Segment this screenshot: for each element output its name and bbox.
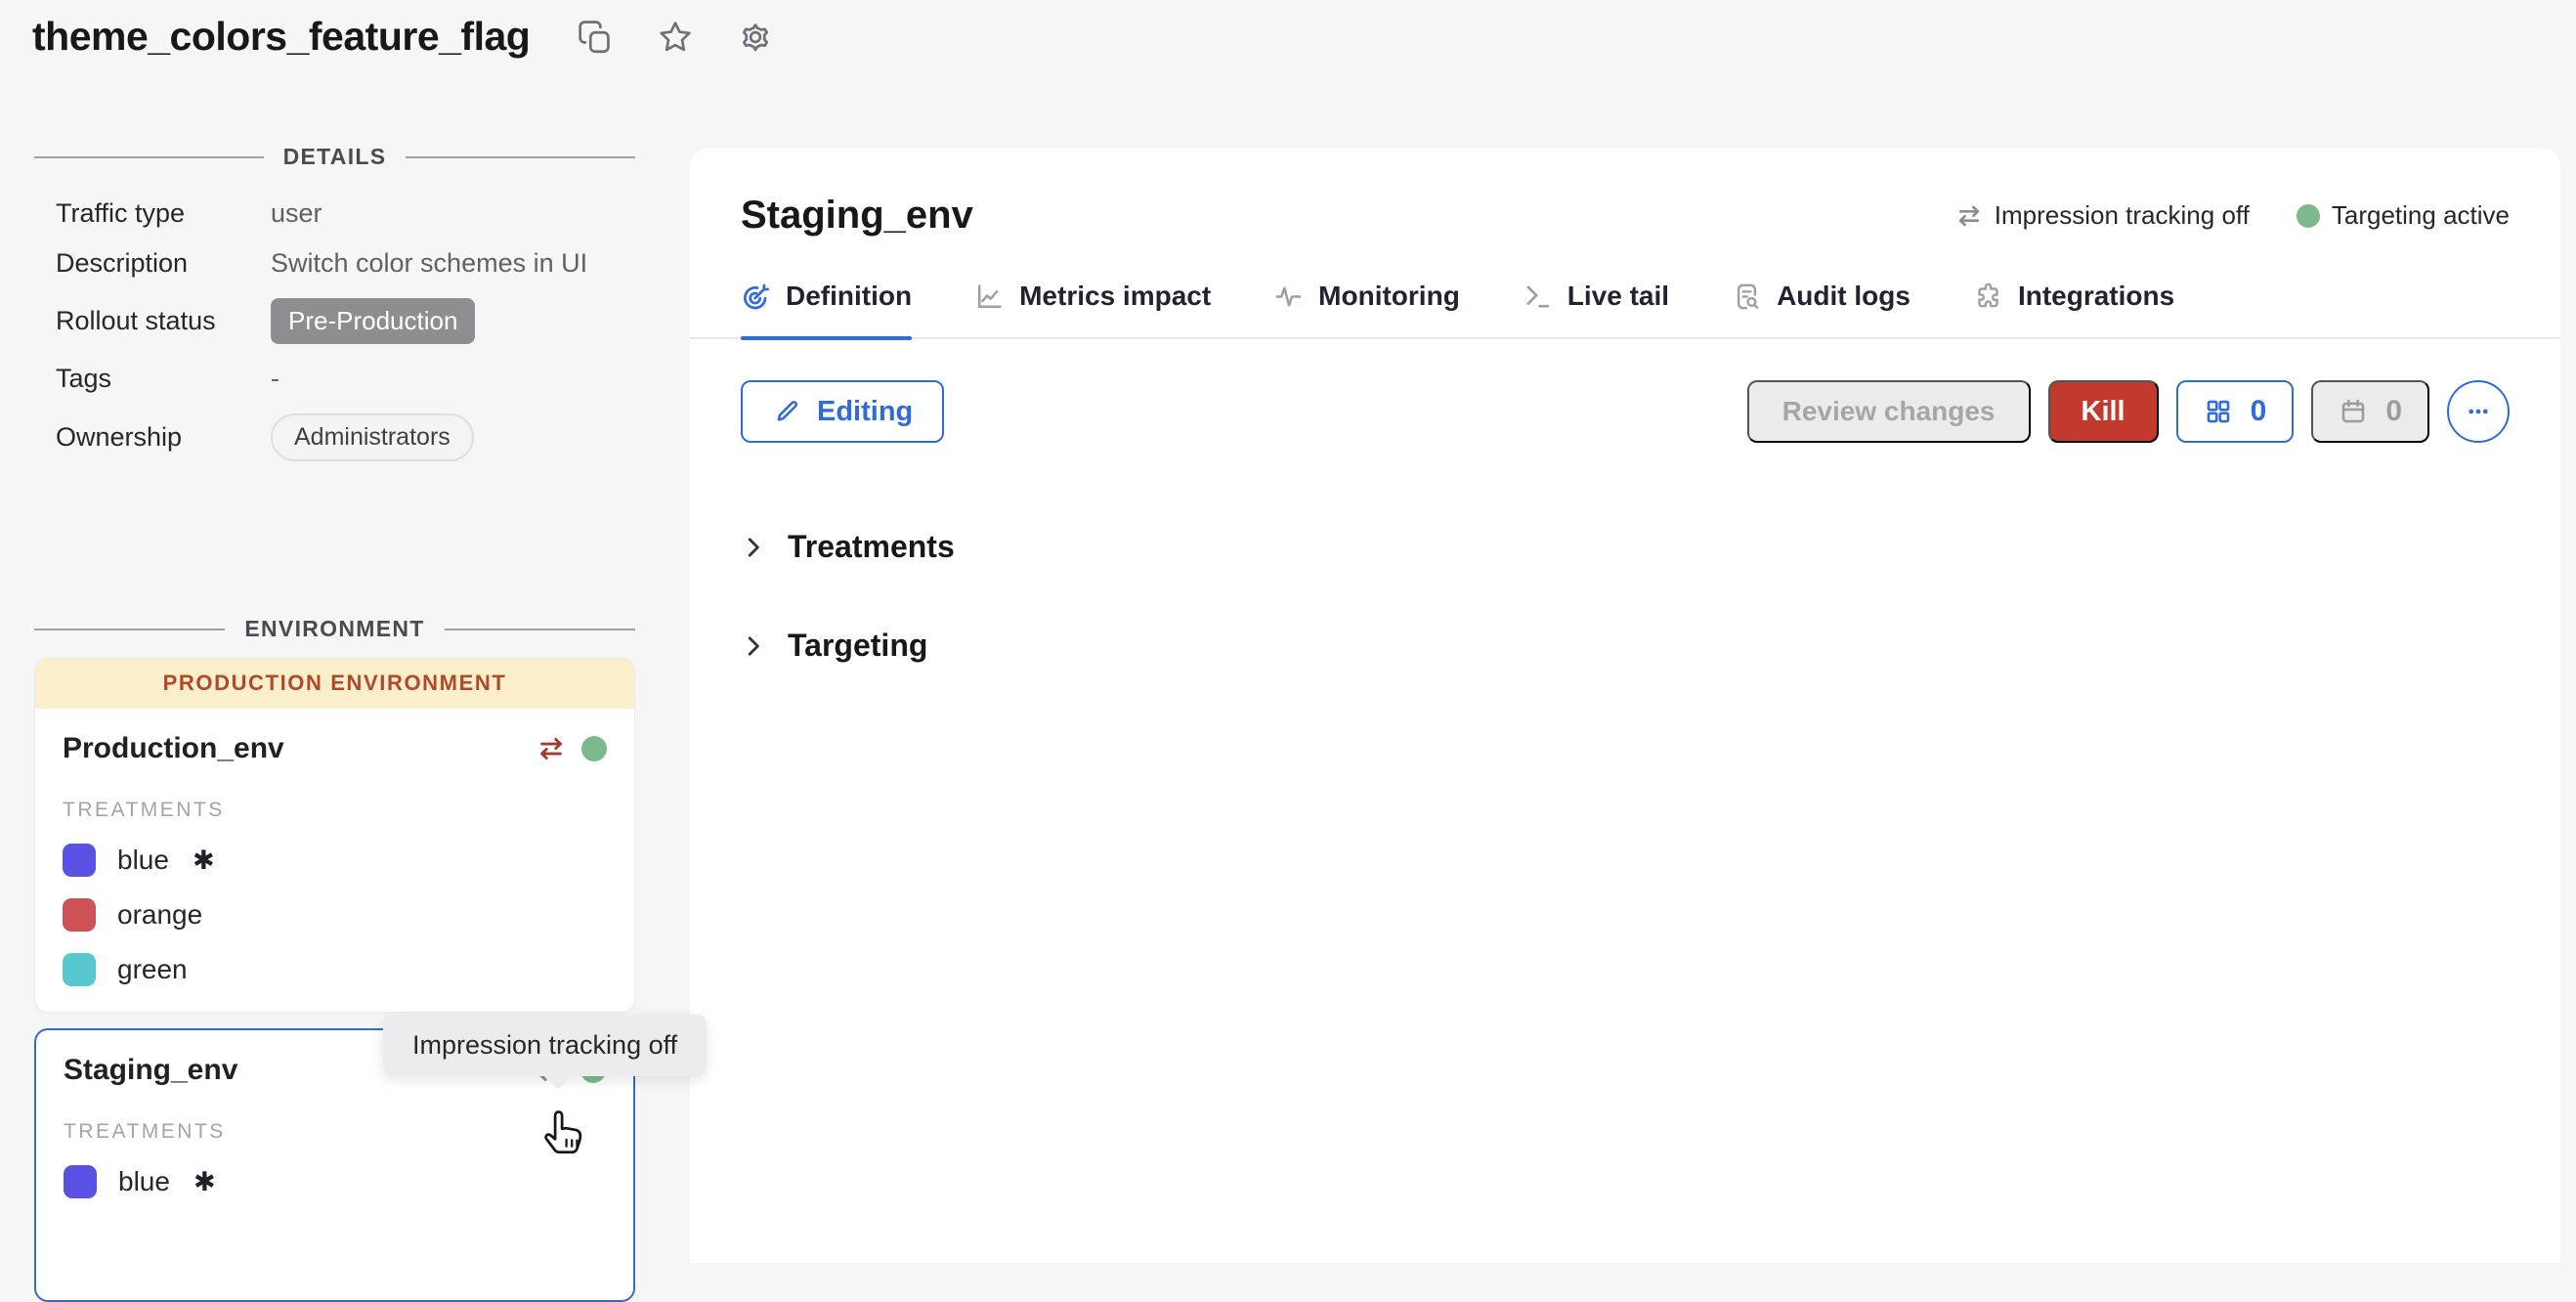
- treatments-list-label: TREATMENTS: [63, 799, 607, 822]
- environment-detail-panel: Staging_env Impression tracking off Targ…: [690, 149, 2560, 1263]
- divider: [34, 156, 264, 158]
- targeting-active-status: Targeting active: [2297, 200, 2510, 231]
- line-chart-icon: [974, 282, 1005, 312]
- tab-live-tail[interactable]: Live tail: [1523, 281, 1669, 337]
- targeting-status-dot: [581, 736, 607, 761]
- tab-definition[interactable]: Definition: [741, 281, 912, 337]
- pulse-icon: [1273, 282, 1304, 312]
- tab-audit-logs[interactable]: Audit logs: [1732, 281, 1911, 337]
- page-header: theme_colors_feature_flag: [32, 14, 774, 60]
- tags-label: Tags: [56, 364, 271, 394]
- tab-integrations[interactable]: Integrations: [1973, 281, 2174, 337]
- details-section-heading: DETAILS: [34, 144, 635, 170]
- treatments-list-label: TREATMENTS: [64, 1120, 606, 1144]
- treatment-name: blue: [117, 845, 169, 876]
- environment-title: Staging_env: [741, 194, 973, 238]
- target-icon: [741, 282, 771, 312]
- treatment-row: orange: [63, 898, 607, 932]
- targeting-section-toggle[interactable]: Targeting: [741, 628, 2510, 664]
- treatment-row: green: [63, 953, 607, 986]
- targeting-active-text: Targeting active: [2332, 200, 2510, 231]
- environment-heading-label: ENVIRONMENT: [244, 616, 424, 642]
- impression-tracking-tooltip: Impression tracking off: [383, 1015, 707, 1076]
- production-environment-banner: PRODUCTION ENVIRONMENT: [35, 658, 634, 709]
- description-label: Description: [56, 248, 271, 279]
- tab-label: Audit logs: [1777, 281, 1911, 312]
- default-treatment-marker: ✱: [193, 846, 215, 876]
- treatment-swatch: [63, 844, 96, 877]
- review-changes-button[interactable]: Review changes: [1747, 380, 2031, 443]
- grid-count-value: 0: [2251, 395, 2267, 428]
- terminal-icon: [1523, 282, 1553, 312]
- kill-label: Kill: [2082, 396, 2125, 428]
- review-changes-label: Review changes: [1782, 396, 1996, 427]
- swap-arrows-icon: [1955, 202, 1983, 230]
- tab-label: Integrations: [2018, 281, 2174, 312]
- rollout-status-label: Rollout status: [56, 306, 271, 336]
- grid-count-button[interactable]: 0: [2176, 380, 2295, 443]
- divider: [406, 156, 635, 158]
- production-environment-card[interactable]: PRODUCTION ENVIRONMENT Production_env TR…: [34, 657, 635, 1013]
- rollout-status-badge: Pre-Production: [271, 298, 475, 344]
- treatment-swatch: [63, 953, 96, 986]
- editing-button[interactable]: Editing: [741, 380, 944, 443]
- grid-icon: [2204, 397, 2233, 426]
- chevron-right-icon: [741, 535, 766, 560]
- treatment-name: orange: [117, 899, 202, 931]
- default-treatment-marker: ✱: [193, 1167, 216, 1197]
- tab-metrics-impact[interactable]: Metrics impact: [974, 281, 1211, 337]
- tab-bar: Definition Metrics impact Monitoring: [690, 281, 2560, 339]
- tab-label: Monitoring: [1318, 281, 1460, 312]
- treatment-name: blue: [118, 1166, 170, 1197]
- treatment-name: green: [117, 954, 188, 985]
- details-heading-label: DETAILS: [283, 144, 387, 170]
- editing-label: Editing: [817, 396, 913, 428]
- tab-label: Definition: [786, 281, 912, 312]
- ownership-chip: Administrators: [271, 413, 474, 461]
- star-icon[interactable]: [657, 19, 694, 56]
- targeting-section-label: Targeting: [788, 628, 927, 664]
- impression-tracking-status: Impression tracking off: [1955, 200, 2250, 231]
- audit-log-icon: [1732, 282, 1762, 312]
- green-dot-icon: [2297, 204, 2320, 228]
- copy-icon[interactable]: [577, 19, 614, 56]
- impression-tracking-icon[interactable]: [537, 734, 566, 763]
- hand-cursor: [541, 1108, 588, 1166]
- more-actions-button[interactable]: [2447, 380, 2510, 443]
- tab-label: Live tail: [1567, 281, 1669, 312]
- tab-monitoring[interactable]: Monitoring: [1273, 281, 1460, 337]
- impression-tracking-text: Impression tracking off: [1995, 200, 2250, 231]
- tab-label: Metrics impact: [1019, 281, 1211, 312]
- puzzle-icon: [1973, 282, 2003, 312]
- kill-button[interactable]: Kill: [2048, 380, 2159, 443]
- calendar-count-button[interactable]: 0: [2311, 380, 2429, 443]
- treatments-section-label: Treatments: [788, 529, 955, 565]
- treatment-swatch: [63, 898, 96, 932]
- ownership-label: Ownership: [56, 422, 271, 453]
- pencil-icon: [772, 397, 801, 426]
- tags-value: -: [271, 364, 635, 394]
- gear-icon[interactable]: [737, 19, 774, 56]
- divider: [445, 629, 635, 630]
- definition-toolbar: Editing Review changes Kill 0: [741, 380, 2510, 443]
- traffic-type-label: Traffic type: [56, 198, 271, 229]
- calendar-count-value: 0: [2385, 395, 2402, 428]
- treatment-row: blue ✱: [63, 844, 607, 877]
- treatment-swatch: [64, 1165, 97, 1198]
- production-env-name: Production_env: [63, 732, 284, 765]
- ellipsis-icon: [2464, 397, 2493, 426]
- traffic-type-value: user: [271, 198, 635, 229]
- treatment-row: blue ✱: [64, 1165, 606, 1198]
- treatments-section-toggle[interactable]: Treatments: [741, 529, 2510, 565]
- environment-section-heading: ENVIRONMENT: [34, 616, 635, 642]
- description-value: Switch color schemes in UI: [271, 248, 635, 279]
- feature-flag-title: theme_colors_feature_flag: [32, 14, 530, 60]
- chevron-right-icon: [741, 633, 766, 659]
- details-panel: Traffic type user Description Switch col…: [56, 198, 635, 461]
- divider: [34, 629, 225, 630]
- staging-env-name: Staging_env: [64, 1054, 237, 1087]
- calendar-icon: [2339, 397, 2368, 426]
